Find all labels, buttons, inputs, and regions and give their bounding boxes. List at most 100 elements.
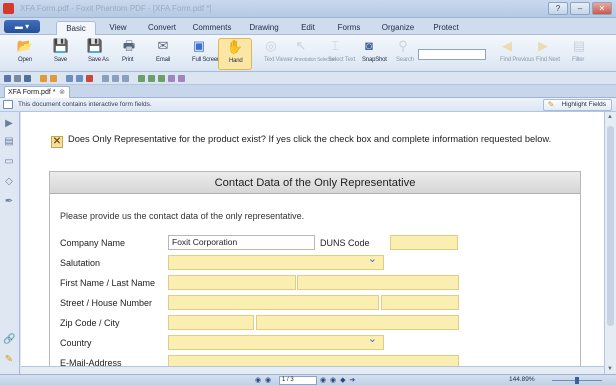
tab-comments[interactable]: Comments [190,21,234,35]
open-button[interactable]: 📂 Open [8,38,42,70]
qat-note-icon[interactable] [158,75,165,82]
document-tabs: XFA Form.pdf * ⊗ [0,85,616,98]
filter-icon: ▤ [572,38,586,53]
tab-forms[interactable]: Forms [334,21,364,35]
qat-back-icon[interactable] [66,75,73,82]
annotation-selection-button[interactable]: ↖ Annotation Selection [284,38,336,70]
qat-redo-icon[interactable] [50,75,57,82]
tab-xfa-form[interactable]: XFA Form.pdf * ⊗ [4,86,70,98]
qat-fit-width-icon[interactable] [122,75,129,82]
paperclip-icon[interactable]: 🔗 [3,334,15,346]
qat-highlight-icon[interactable] [148,75,155,82]
save-button[interactable]: 💾 Save [44,38,78,70]
country-dropdown[interactable] [168,335,384,350]
filter-button[interactable]: ▤ Filter [562,38,596,70]
document-view: ✕ Does Only Representative for the produ… [21,112,604,374]
house-number-field[interactable] [381,295,459,310]
scrollbar-thumb[interactable] [607,126,614,326]
select-text-icon: ⌶ [331,38,339,53]
print-icon: 🖶 [122,38,136,53]
duns-code-field[interactable] [390,235,458,250]
tab-convert[interactable]: Convert [142,21,182,35]
window-title: XFA Form.pdf - Foxit Phantom PDF - [XFA … [20,4,212,13]
text-viewer-button[interactable]: ◎ Text Viewer [254,38,293,70]
horizontal-scrollbar[interactable] [21,366,604,374]
street-field[interactable] [168,295,379,310]
hand-icon: ✋ [226,39,244,54]
quick-access-toolbar [0,72,616,85]
form-icon [3,100,13,109]
app-icon[interactable] [3,3,14,14]
page-thumbnail-icon[interactable]: ▭ [3,156,15,168]
comments-icon[interactable]: ✎ [3,354,15,366]
page-number-field[interactable]: 1 / 3 [279,376,317,385]
minimize-button[interactable]: – [570,2,590,15]
qat-stamp-icon[interactable] [168,75,175,82]
qat-zoom-icon[interactable] [102,75,109,82]
save-as-button[interactable]: 💾 Save As [78,38,112,70]
close-tab-icon[interactable]: ⊗ [59,87,65,98]
hand-button[interactable]: ✋ Hand [218,38,252,70]
search-button[interactable]: ⚲ Search [386,38,420,70]
qat-undo-icon[interactable] [40,75,47,82]
bookmark-icon[interactable]: ▤ [3,136,15,148]
pdf-page: ✕ Does Only Representative for the produ… [21,112,604,374]
zip-code-field[interactable] [168,315,254,330]
tab-basic[interactable]: Basic [56,21,96,35]
qat-typewriter-icon[interactable] [178,75,185,82]
tab-protect[interactable]: Protect [428,21,464,35]
last-name-field[interactable] [297,275,459,290]
tab-edit[interactable]: Edit [296,21,320,35]
zoom-slider-knob[interactable] [575,377,579,384]
folder-icon: 📂 [16,38,34,53]
pages-icon[interactable]: ▶ [3,118,15,130]
tab-drawing[interactable]: Drawing [246,21,282,35]
qat-print-icon[interactable] [24,75,31,82]
first-name-field[interactable] [168,275,296,290]
fullscreen-icon: ▣ [192,38,206,53]
search-input[interactable] [418,49,486,60]
zip-city-label: Zip Code / City [60,318,120,328]
salutation-dropdown[interactable] [168,255,384,270]
close-button[interactable]: ✕ [592,2,612,15]
select-text-button[interactable]: ⌶ Select Text [318,38,355,70]
attachment-icon[interactable]: ◇ [3,176,15,188]
full-screen-button[interactable]: ▣ Full Screen [182,38,220,70]
qat-email-icon[interactable] [14,75,21,82]
qat-fit-page-icon[interactable] [112,75,119,82]
qat-forward-icon[interactable] [76,75,83,82]
first-prev-page-icons[interactable]: ◉ ◉ [255,376,272,384]
help-button[interactable]: ? [548,2,568,15]
find-next-button[interactable]: ▶ Find Next [526,38,560,70]
search-icon: ⚲ [398,38,408,53]
qat-pen-icon[interactable] [138,75,145,82]
tab-view[interactable]: View [100,21,136,35]
snapshot-button[interactable]: ◙ SnapShot [352,38,387,70]
question-text: Does Only Representative for the product… [68,134,552,144]
email-button[interactable]: ✉ Email [146,38,180,70]
scroll-up-icon[interactable]: ▲ [607,114,613,120]
print-button[interactable]: 🖶 Print [112,38,146,70]
instructions-text: Please provide us the contact data of th… [60,211,305,221]
app-menu-button[interactable]: ▬ ▾ [4,20,40,33]
company-name-label: Company Name [60,238,126,248]
city-field[interactable] [256,315,459,330]
highlight-fields-button[interactable]: ✎ Highlight Fields [542,99,612,111]
company-name-field[interactable]: Foxit Corporation [168,235,315,250]
find-previous-button[interactable]: ◀ Find Previous [490,38,534,70]
signature-icon[interactable]: ✒ [3,196,15,208]
next-last-page-icons[interactable]: ◉ ◉ ◆ ➔ [320,376,356,384]
country-label: Country [60,338,92,348]
find-previous-icon: ◀ [502,38,512,53]
only-representative-checkbox[interactable]: ✕ [51,136,63,148]
status-bar: ◉ ◉ 1 / 3 ◉ ◉ ◆ ➔ 144.89% [0,374,616,385]
qat-stop-icon[interactable] [86,75,93,82]
scroll-down-icon[interactable]: ▼ [607,366,613,372]
title-bar: XFA Form.pdf - Foxit Phantom PDF - [XFA … [0,0,616,18]
tab-organize[interactable]: Organize [378,21,418,35]
vertical-scrollbar[interactable]: ▲ ▼ [604,112,616,374]
snapshot-icon: ◙ [365,38,373,53]
qat-save-icon[interactable] [4,75,11,82]
zoom-level[interactable]: 144.89% [509,376,535,383]
highlighter-icon: ✎ [547,100,555,109]
